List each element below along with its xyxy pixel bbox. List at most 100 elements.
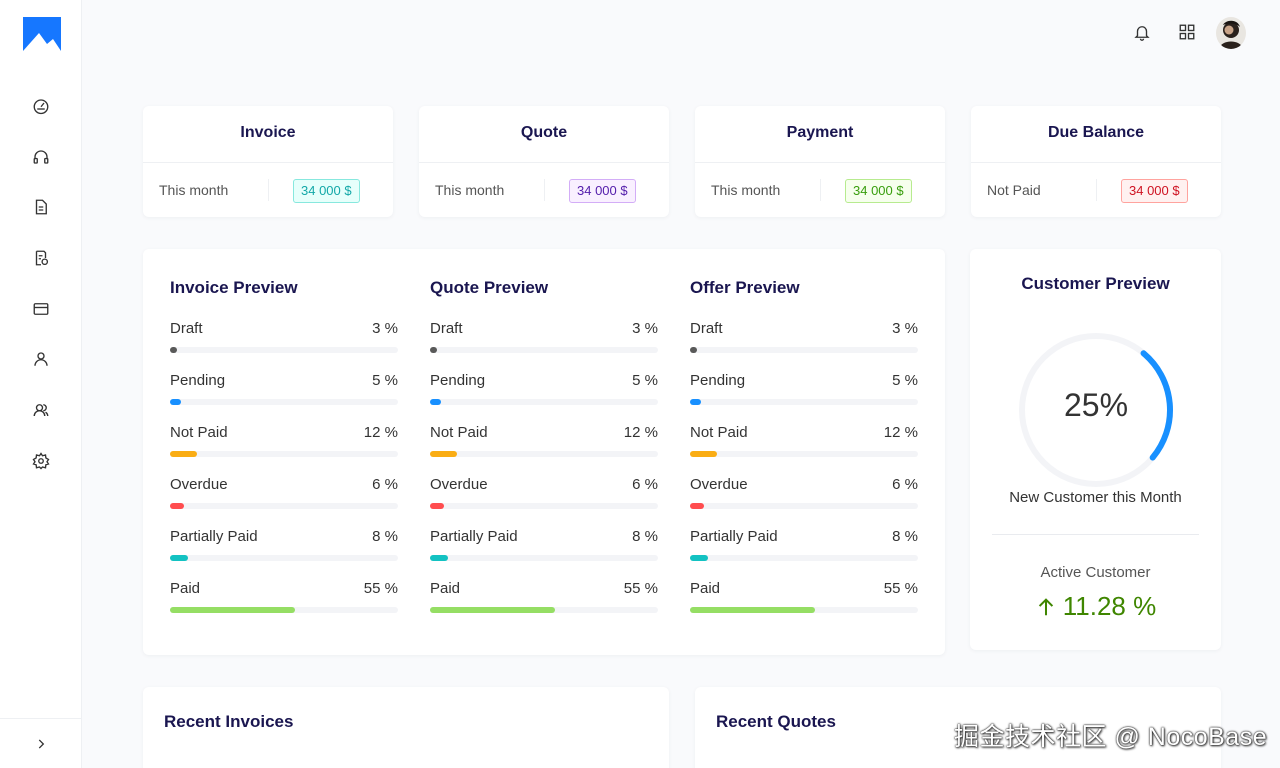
user-icon	[34, 352, 48, 366]
progress-track	[170, 399, 398, 405]
status-percent: 12 %	[623, 424, 658, 441]
preview-row: Paid 55 %	[430, 580, 658, 620]
sidebar	[0, 0, 82, 768]
offer-preview: Offer Preview Draft 3 % Pending 5 % Not Paid…	[690, 249, 918, 655]
status-percent: 12 %	[363, 424, 398, 441]
sidebar-item-quotes[interactable]	[29, 246, 53, 270]
progress-track	[170, 347, 398, 353]
customer-preview-card: Customer Preview 25% New Customer this M…	[970, 249, 1221, 650]
progress-fill	[170, 451, 198, 457]
recent-invoices-title: Recent Invoices	[164, 712, 294, 731]
sidebar-item-dashboard[interactable]	[29, 94, 53, 118]
stat-label: This month	[711, 182, 781, 198]
dashboard-icon	[33, 99, 49, 115]
stat-card-payment: Payment This month 34 000 $	[695, 106, 945, 217]
sidebar-item-settings[interactable]	[29, 449, 53, 473]
stat-label: This month	[435, 182, 505, 198]
progress-fill	[170, 503, 184, 509]
progress-fill	[430, 555, 449, 561]
preview-row: Not Paid 12 %	[690, 424, 918, 464]
divider	[419, 162, 669, 163]
divider	[143, 162, 393, 163]
status-percent: 12 %	[883, 424, 918, 441]
customer-subtitle: New Customer this Month	[1009, 489, 1182, 506]
stat-value-badge: 34 000 $	[293, 179, 360, 203]
stat-card-quote: Quote This month 34 000 $	[419, 106, 669, 217]
status-label: Not Paid	[690, 424, 748, 441]
status-label: Pending	[690, 372, 746, 389]
status-label: Not Paid	[170, 424, 228, 441]
status-label: Draft	[430, 320, 463, 337]
preview-row: Not Paid 12 %	[170, 424, 398, 464]
mountain-logo[interactable]	[23, 17, 61, 51]
progress-track	[170, 451, 398, 457]
divider	[971, 162, 1221, 163]
progress-track	[430, 555, 658, 561]
active-customer-label: Active Customer	[1040, 564, 1151, 581]
status-percent: 6 %	[632, 476, 658, 493]
sidebar-item-team[interactable]	[29, 398, 53, 422]
stat-value-badge: 34 000 $	[569, 179, 636, 203]
stat-value-badge: 34 000 $	[1121, 179, 1188, 203]
progress-fill	[170, 607, 296, 613]
status-percent: 5 %	[372, 372, 398, 389]
status-label: Not Paid	[430, 424, 488, 441]
progress-track	[430, 503, 658, 509]
progress-fill	[690, 347, 697, 353]
chevron-right-icon	[38, 738, 45, 749]
stat-label: Not Paid	[987, 182, 1041, 198]
status-label: Overdue	[690, 476, 748, 493]
preview-row: Paid 55 %	[690, 580, 918, 620]
stat-value-badge: 34 000 $	[845, 179, 912, 203]
divider	[1096, 179, 1097, 201]
status-percent: 3 %	[372, 320, 398, 337]
gauge-percent: 25%	[1063, 387, 1129, 423]
status-percent: 55 %	[883, 580, 918, 597]
status-label: Partially Paid	[170, 528, 258, 545]
status-label: Paid	[170, 580, 201, 597]
preview-row: Overdue 6 %	[430, 476, 658, 516]
sidebar-item-customers[interactable]	[29, 347, 53, 371]
progress-track	[690, 503, 918, 509]
apps-button[interactable]	[1175, 20, 1199, 44]
stat-card-due-balance: Due Balance Not Paid 34 000 $	[971, 106, 1221, 217]
notifications-button[interactable]	[1130, 20, 1154, 44]
progress-track	[170, 555, 398, 561]
credit-card-icon	[33, 303, 49, 315]
status-label: Paid	[430, 580, 461, 597]
progress-track	[170, 607, 398, 613]
status-label: Pending	[170, 372, 226, 389]
preview-title: Invoice Preview	[170, 278, 298, 297]
status-percent: 3 %	[632, 320, 658, 337]
status-percent: 8 %	[372, 528, 398, 545]
progress-track	[690, 555, 918, 561]
progress-fill	[430, 347, 437, 353]
status-percent: 6 %	[892, 476, 918, 493]
progress-track	[690, 451, 918, 457]
preview-row: Paid 55 %	[170, 580, 398, 620]
growth-value: 11.28 %	[1062, 591, 1157, 621]
progress-track	[430, 607, 658, 613]
user-avatar[interactable]	[1216, 17, 1246, 49]
status-label: Partially Paid	[430, 528, 518, 545]
progress-fill	[690, 607, 816, 613]
preview-row: Pending 5 %	[690, 372, 918, 412]
preview-title: Quote Preview	[430, 278, 549, 297]
stat-title: Quote	[520, 124, 568, 141]
file-check-icon	[35, 250, 49, 266]
preview-row: Draft 3 %	[690, 320, 918, 360]
status-label: Pending	[430, 372, 486, 389]
divider	[820, 179, 821, 201]
preview-row: Partially Paid 8 %	[690, 528, 918, 568]
preview-row: Draft 3 %	[170, 320, 398, 360]
sidebar-item-payments[interactable]	[29, 297, 53, 321]
status-label: Overdue	[430, 476, 488, 493]
status-percent: 6 %	[372, 476, 398, 493]
stat-title: Due Balance	[1047, 124, 1145, 141]
stat-label: This month	[159, 182, 229, 198]
sidebar-item-support[interactable]	[29, 145, 53, 169]
sidebar-item-invoices[interactable]	[29, 195, 53, 219]
stat-title: Payment	[786, 124, 854, 141]
sidebar-collapse-button[interactable]	[0, 718, 82, 768]
status-percent: 8 %	[892, 528, 918, 545]
